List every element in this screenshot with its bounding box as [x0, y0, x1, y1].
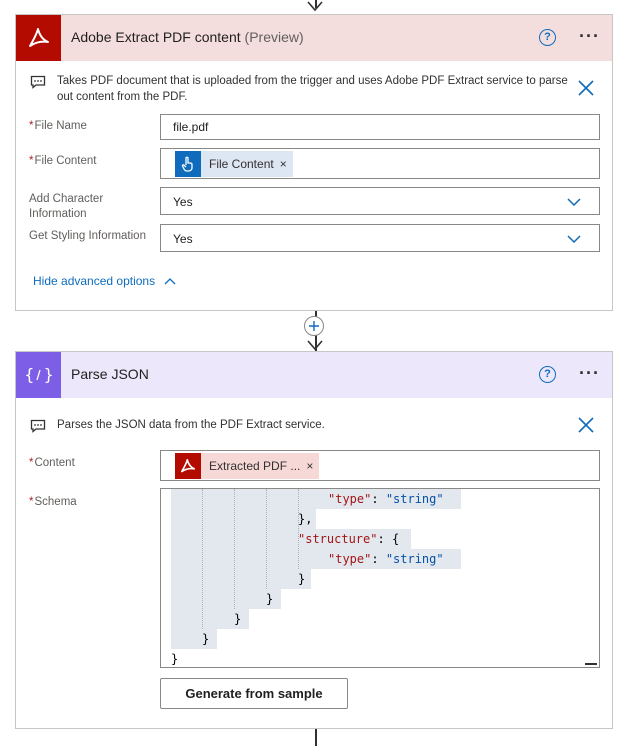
schema-label-text: Schema — [34, 496, 77, 508]
file-name-label: *File Name — [29, 119, 87, 134]
adobe-acrobat-icon — [16, 15, 61, 61]
code-line: "structure": { — [298, 532, 400, 546]
adobe-card-title-text: Adobe Extract PDF content — [71, 29, 241, 45]
more-options-icon[interactable]: ··· — [579, 26, 600, 47]
file-content-input[interactable]: File Content × — [160, 148, 600, 179]
adobe-card-description: Takes PDF document that is uploaded from… — [30, 73, 570, 105]
required-marker: * — [29, 120, 34, 132]
parse-json-description: Parses the JSON data from the PDF Extrac… — [30, 417, 570, 433]
curly-braces-icon: { } — [16, 352, 61, 398]
required-marker: * — [29, 155, 34, 167]
file-content-label-text: File Content — [34, 155, 97, 167]
code-line: } — [234, 612, 242, 626]
code-line: "type": "string" — [328, 492, 444, 506]
schema-label: *Schema — [29, 495, 77, 510]
close-icon[interactable] — [578, 80, 594, 96]
parse-json-card-title: Parse JSON — [71, 366, 149, 382]
add-step-icon[interactable] — [304, 316, 324, 336]
generate-from-sample-button[interactable]: Generate from sample — [160, 678, 348, 709]
code-line: } — [266, 592, 274, 606]
styling-info-dropdown[interactable]: Yes — [160, 224, 600, 252]
add-character-info-value: Yes — [173, 195, 193, 209]
arrow-down-icon — [307, 1, 323, 12]
comment-icon — [30, 419, 46, 433]
more-options-icon[interactable]: ··· — [579, 363, 600, 384]
content-label: *Content — [29, 456, 75, 471]
code-indent-highlight — [171, 569, 311, 589]
indent-guide — [234, 489, 235, 609]
extracted-pdf-token-label: Extracted PDF ... — [209, 459, 301, 473]
code-indent-highlight — [171, 589, 281, 609]
file-name-value: file.pdf — [173, 120, 209, 134]
description-text: Parses the JSON data from the PDF Extrac… — [57, 419, 325, 431]
code-indent-highlight — [171, 509, 316, 529]
indent-guide — [202, 489, 203, 629]
preview-label: (Preview) — [244, 29, 304, 45]
required-marker: * — [29, 457, 34, 469]
file-content-label: *File Content — [29, 154, 97, 169]
schema-code-editor[interactable]: "type": "string" }, "structure": { "type… — [160, 488, 600, 668]
code-indent-highlight — [171, 629, 217, 649]
remove-token-icon[interactable]: × — [280, 152, 293, 176]
description-text: Takes PDF document that is uploaded from… — [57, 75, 568, 103]
close-icon[interactable] — [578, 417, 594, 433]
content-label-text: Content — [34, 457, 75, 469]
adobe-card-title: Adobe Extract PDF content (Preview) — [71, 29, 304, 45]
hide-advanced-options-link[interactable]: Hide advanced options — [33, 274, 176, 288]
code-line: }, — [298, 512, 313, 526]
file-content-token[interactable]: File Content × — [175, 151, 293, 177]
chevron-down-icon — [567, 198, 581, 206]
add-character-info-label: Add Character Information — [29, 193, 104, 220]
resize-handle[interactable] — [585, 663, 597, 665]
help-icon[interactable]: ? — [539, 29, 556, 46]
file-content-token-label: File Content — [209, 157, 274, 171]
remove-token-icon[interactable]: × — [306, 454, 319, 478]
hand-pointer-icon — [175, 151, 201, 177]
code-line: } — [298, 572, 306, 586]
parse-json-card-header[interactable]: { } Parse JSON ? ··· — [16, 352, 612, 398]
file-name-label-text: File Name — [34, 120, 87, 132]
connector-line-bottom — [315, 729, 317, 746]
extracted-pdf-token[interactable]: Extracted PDF ... × — [175, 453, 320, 479]
code-line: } — [171, 652, 179, 666]
indent-guide — [266, 489, 267, 589]
content-input[interactable]: Extracted PDF ... × — [160, 450, 600, 481]
adobe-acrobat-icon — [175, 453, 201, 479]
required-marker: * — [29, 496, 34, 508]
chevron-down-icon — [567, 235, 581, 243]
parse-json-action-card: { } Parse JSON ? ··· Parses the JSON dat… — [15, 351, 613, 729]
add-character-info-dropdown[interactable]: Yes — [160, 187, 600, 215]
chevron-up-icon — [164, 278, 176, 285]
styling-info-value: Yes — [173, 232, 193, 246]
arrow-down-icon — [307, 340, 323, 351]
adobe-extract-action-card: Adobe Extract PDF content (Preview) ? ··… — [15, 14, 613, 311]
help-icon[interactable]: ? — [539, 366, 556, 383]
code-line: } — [202, 632, 210, 646]
file-name-input[interactable]: file.pdf — [160, 114, 600, 140]
code-line: "type": "string" — [328, 552, 444, 566]
hide-advanced-options-text: Hide advanced options — [33, 274, 156, 288]
adobe-card-header[interactable]: Adobe Extract PDF content (Preview) ? ··… — [16, 15, 612, 61]
styling-info-label: Get Styling Information — [29, 230, 146, 242]
comment-icon — [30, 75, 46, 89]
